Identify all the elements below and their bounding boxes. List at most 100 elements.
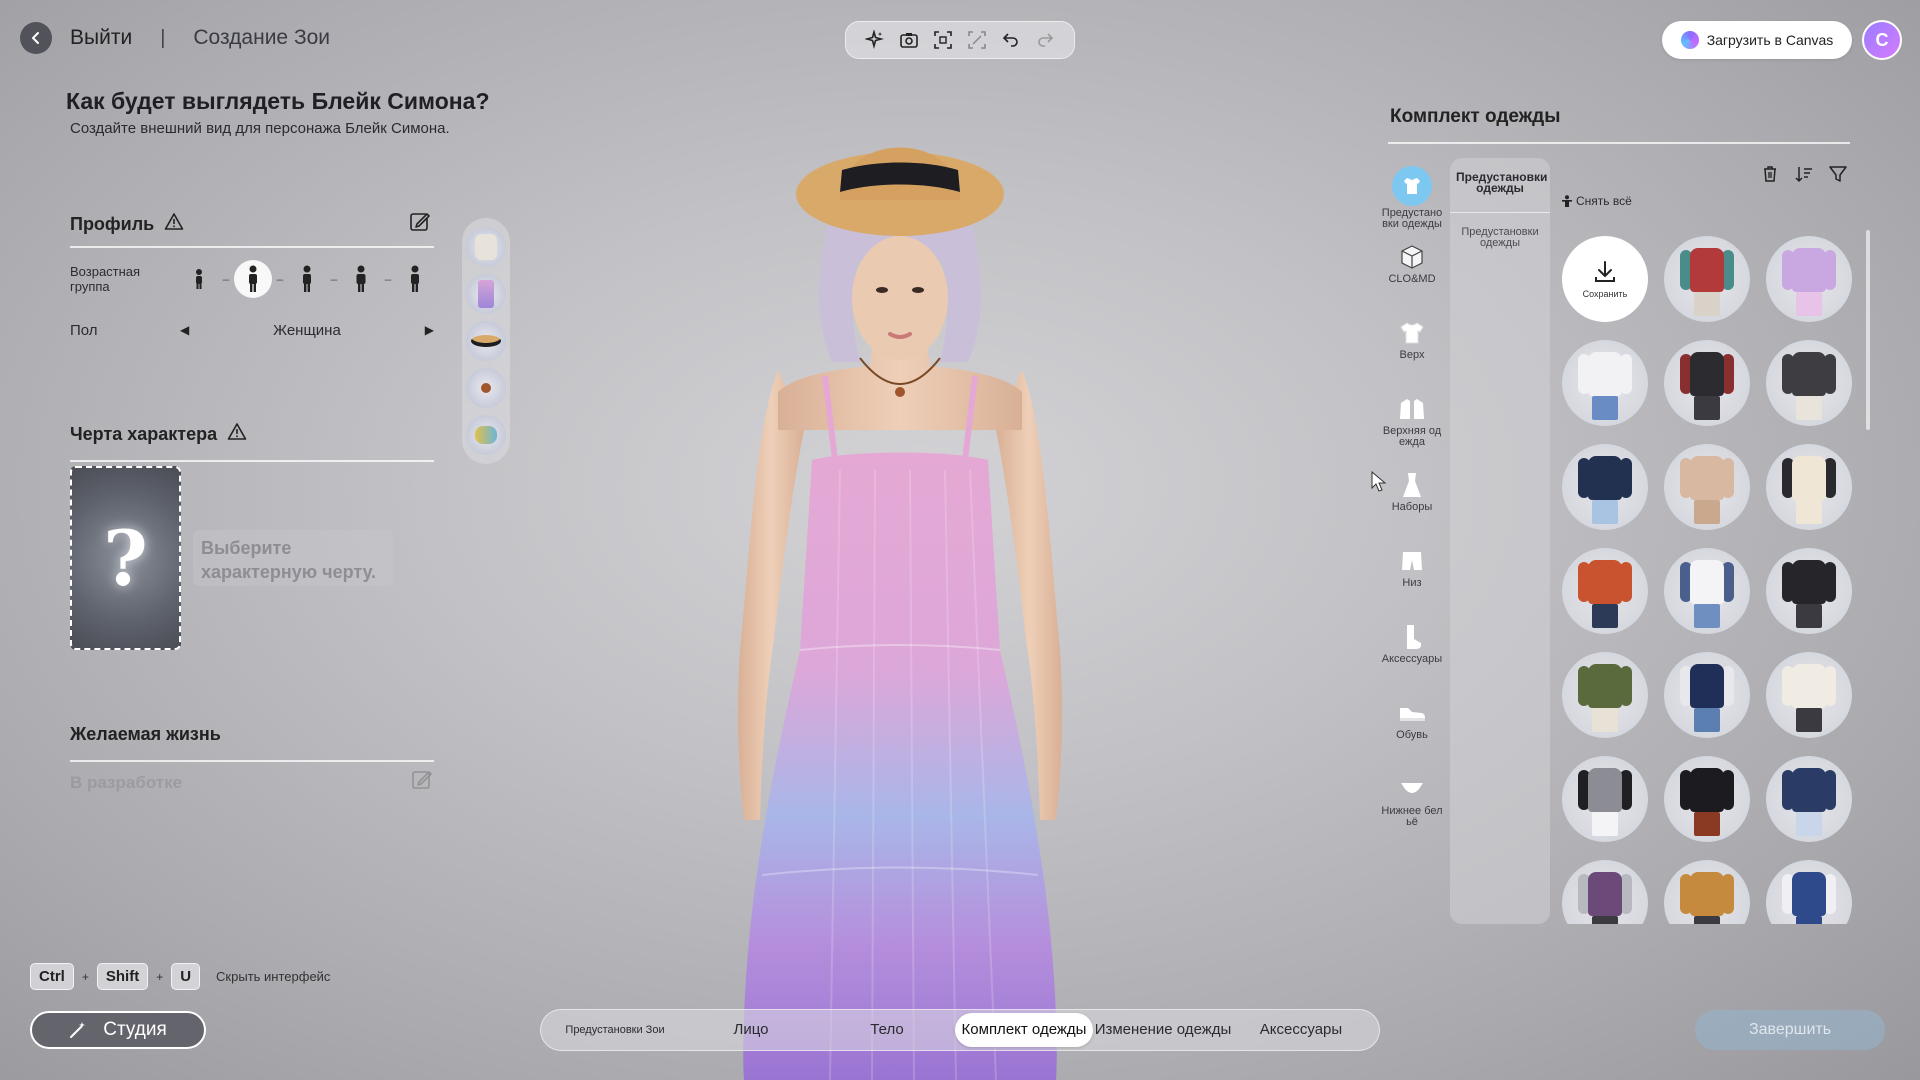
- focus-frame-icon[interactable]: [932, 29, 954, 51]
- studio-button[interactable]: Студия: [30, 1011, 206, 1049]
- age-adult-icon[interactable]: [288, 260, 326, 298]
- gender-value: Женщина: [273, 321, 341, 339]
- outfit-preset-item[interactable]: [1766, 860, 1852, 924]
- hide-ui-label: Скрыть интерфейс: [216, 969, 331, 984]
- grid-toolbar: [1760, 164, 1848, 189]
- breadcrumb-separator: |: [160, 26, 166, 49]
- edit-profile-icon[interactable]: [408, 210, 432, 234]
- outfit-grid-scrollbar[interactable]: [1866, 230, 1870, 430]
- remove-all-button[interactable]: Снять всё: [1562, 194, 1632, 208]
- gender-prev-icon[interactable]: ◀: [180, 323, 189, 337]
- undo-icon[interactable]: [1000, 29, 1022, 51]
- outfit-preset-item[interactable]: [1766, 444, 1852, 530]
- age-child-icon[interactable]: [180, 260, 218, 298]
- trait-section-title: Черта характера: [70, 422, 247, 447]
- upload-canvas-button[interactable]: Загрузить в Canvas: [1662, 21, 1852, 59]
- outfit-preset-item[interactable]: [1562, 756, 1648, 842]
- shorts-icon: [1397, 546, 1427, 576]
- age-senior-icon[interactable]: [396, 260, 434, 298]
- profile-section-title: Профиль: [70, 212, 184, 237]
- outfit-preset-item[interactable]: [1664, 860, 1750, 924]
- thumbnail-hat[interactable]: [466, 320, 506, 361]
- sparkle-icon[interactable]: [864, 29, 886, 51]
- outfit-preview: [1576, 762, 1634, 836]
- tab-face[interactable]: Лицо: [683, 1013, 819, 1047]
- tab-outfit-edit[interactable]: Изменение одежды: [1093, 1013, 1233, 1047]
- save-outfit-button[interactable]: Сохранить: [1562, 236, 1648, 322]
- thumbnail-necklace[interactable]: [466, 367, 506, 408]
- redo-icon[interactable]: [1034, 29, 1056, 51]
- gender-label: Пол: [70, 321, 98, 339]
- tie-dye-dress: [743, 452, 1057, 1080]
- outfit-preset-item[interactable]: [1562, 860, 1648, 924]
- category-label: Верхняя одежда: [1382, 425, 1442, 448]
- back-button[interactable]: [20, 22, 52, 54]
- outfit-preset-item[interactable]: [1664, 548, 1750, 634]
- outfit-preset-item[interactable]: [1664, 236, 1750, 322]
- outfit-preset-item[interactable]: [1766, 340, 1852, 426]
- age-separator: –: [384, 272, 392, 286]
- tshirt-icon: [1397, 318, 1427, 348]
- category-tops[interactable]: Верх: [1372, 314, 1452, 390]
- outfit-preset-item[interactable]: [1562, 444, 1648, 530]
- tab-zoi-presets[interactable]: Предустановки Зои: [547, 1013, 683, 1047]
- tab-body[interactable]: Тело: [819, 1013, 955, 1047]
- age-teen-icon[interactable]: [234, 260, 272, 298]
- age-separator: –: [222, 272, 230, 286]
- outfit-preset-item[interactable]: [1664, 756, 1750, 842]
- subcategory-outfit-presets-selected[interactable]: Предустановки одежды: [1450, 158, 1550, 200]
- gender-next-icon[interactable]: ▶: [425, 323, 434, 337]
- outfit-preview: [1678, 762, 1736, 836]
- age-middle-icon[interactable]: [342, 260, 380, 298]
- viewport-toolbar: [845, 21, 1075, 59]
- filter-icon[interactable]: [1828, 164, 1848, 189]
- camera-icon[interactable]: [898, 29, 920, 51]
- appearance-thumbnails: [462, 218, 510, 464]
- category-label: Низ: [1402, 577, 1422, 589]
- outfit-preset-item[interactable]: [1766, 548, 1852, 634]
- plus-sign: +: [81, 969, 89, 984]
- outfit-divider: [1388, 142, 1850, 144]
- trash-icon[interactable]: [1760, 164, 1780, 189]
- thumbnail-dress[interactable]: [466, 274, 506, 315]
- studio-label: Студия: [103, 1019, 167, 1040]
- trait-card[interactable]: ?: [70, 466, 181, 650]
- outfit-preset-item[interactable]: [1664, 444, 1750, 530]
- warning-icon[interactable]: [164, 212, 184, 237]
- outfit-preview: [1780, 450, 1838, 524]
- subcategory-outfit-presets[interactable]: Предустановки одежды: [1450, 212, 1550, 255]
- outfit-preset-item[interactable]: [1766, 756, 1852, 842]
- category-clo-md[interactable]: CLO&MD: [1372, 238, 1452, 314]
- outfit-preview: [1576, 658, 1634, 732]
- outfit-preset-item[interactable]: [1562, 340, 1648, 426]
- category-underwear[interactable]: Нижнее бельё: [1372, 770, 1452, 846]
- outfit-preset-item[interactable]: [1562, 652, 1648, 738]
- outfit-preset-item[interactable]: [1766, 236, 1852, 322]
- category-outfit-presets[interactable]: Предустановки одежды: [1372, 162, 1452, 238]
- outfit-preset-item[interactable]: [1562, 548, 1648, 634]
- sort-icon[interactable]: [1794, 164, 1814, 189]
- category-outerwear[interactable]: Верхняя одежда: [1372, 390, 1452, 466]
- outfit-preset-item[interactable]: [1766, 652, 1852, 738]
- category-label: Обувь: [1396, 729, 1428, 741]
- finish-button[interactable]: Завершить: [1695, 1010, 1885, 1050]
- category-accessories[interactable]: Аксессуары: [1372, 618, 1452, 694]
- tab-accessories[interactable]: Аксессуары: [1233, 1013, 1369, 1047]
- exit-link[interactable]: Выйти: [70, 26, 132, 50]
- download-icon: [1595, 261, 1615, 282]
- avatar[interactable]: C: [1862, 20, 1902, 60]
- category-shoes[interactable]: Обувь: [1372, 694, 1452, 770]
- category-bottoms[interactable]: Низ: [1372, 542, 1452, 618]
- tab-outfit[interactable]: Комплект одежды: [955, 1013, 1093, 1047]
- thumbnail-shoes[interactable]: [466, 227, 506, 268]
- edit-life-icon[interactable]: [410, 768, 434, 792]
- magic-wand-icon: [70, 1022, 86, 1038]
- thumbnail-accessory[interactable]: [466, 414, 506, 455]
- character-model[interactable]: [700, 130, 1100, 1080]
- crop-frame-icon[interactable]: [966, 29, 988, 51]
- category-label: Верх: [1399, 349, 1425, 361]
- outfit-preset-item[interactable]: [1664, 652, 1750, 738]
- outfit-preset-item[interactable]: [1664, 340, 1750, 426]
- warning-icon[interactable]: [227, 422, 247, 447]
- sock-icon: [1397, 622, 1427, 652]
